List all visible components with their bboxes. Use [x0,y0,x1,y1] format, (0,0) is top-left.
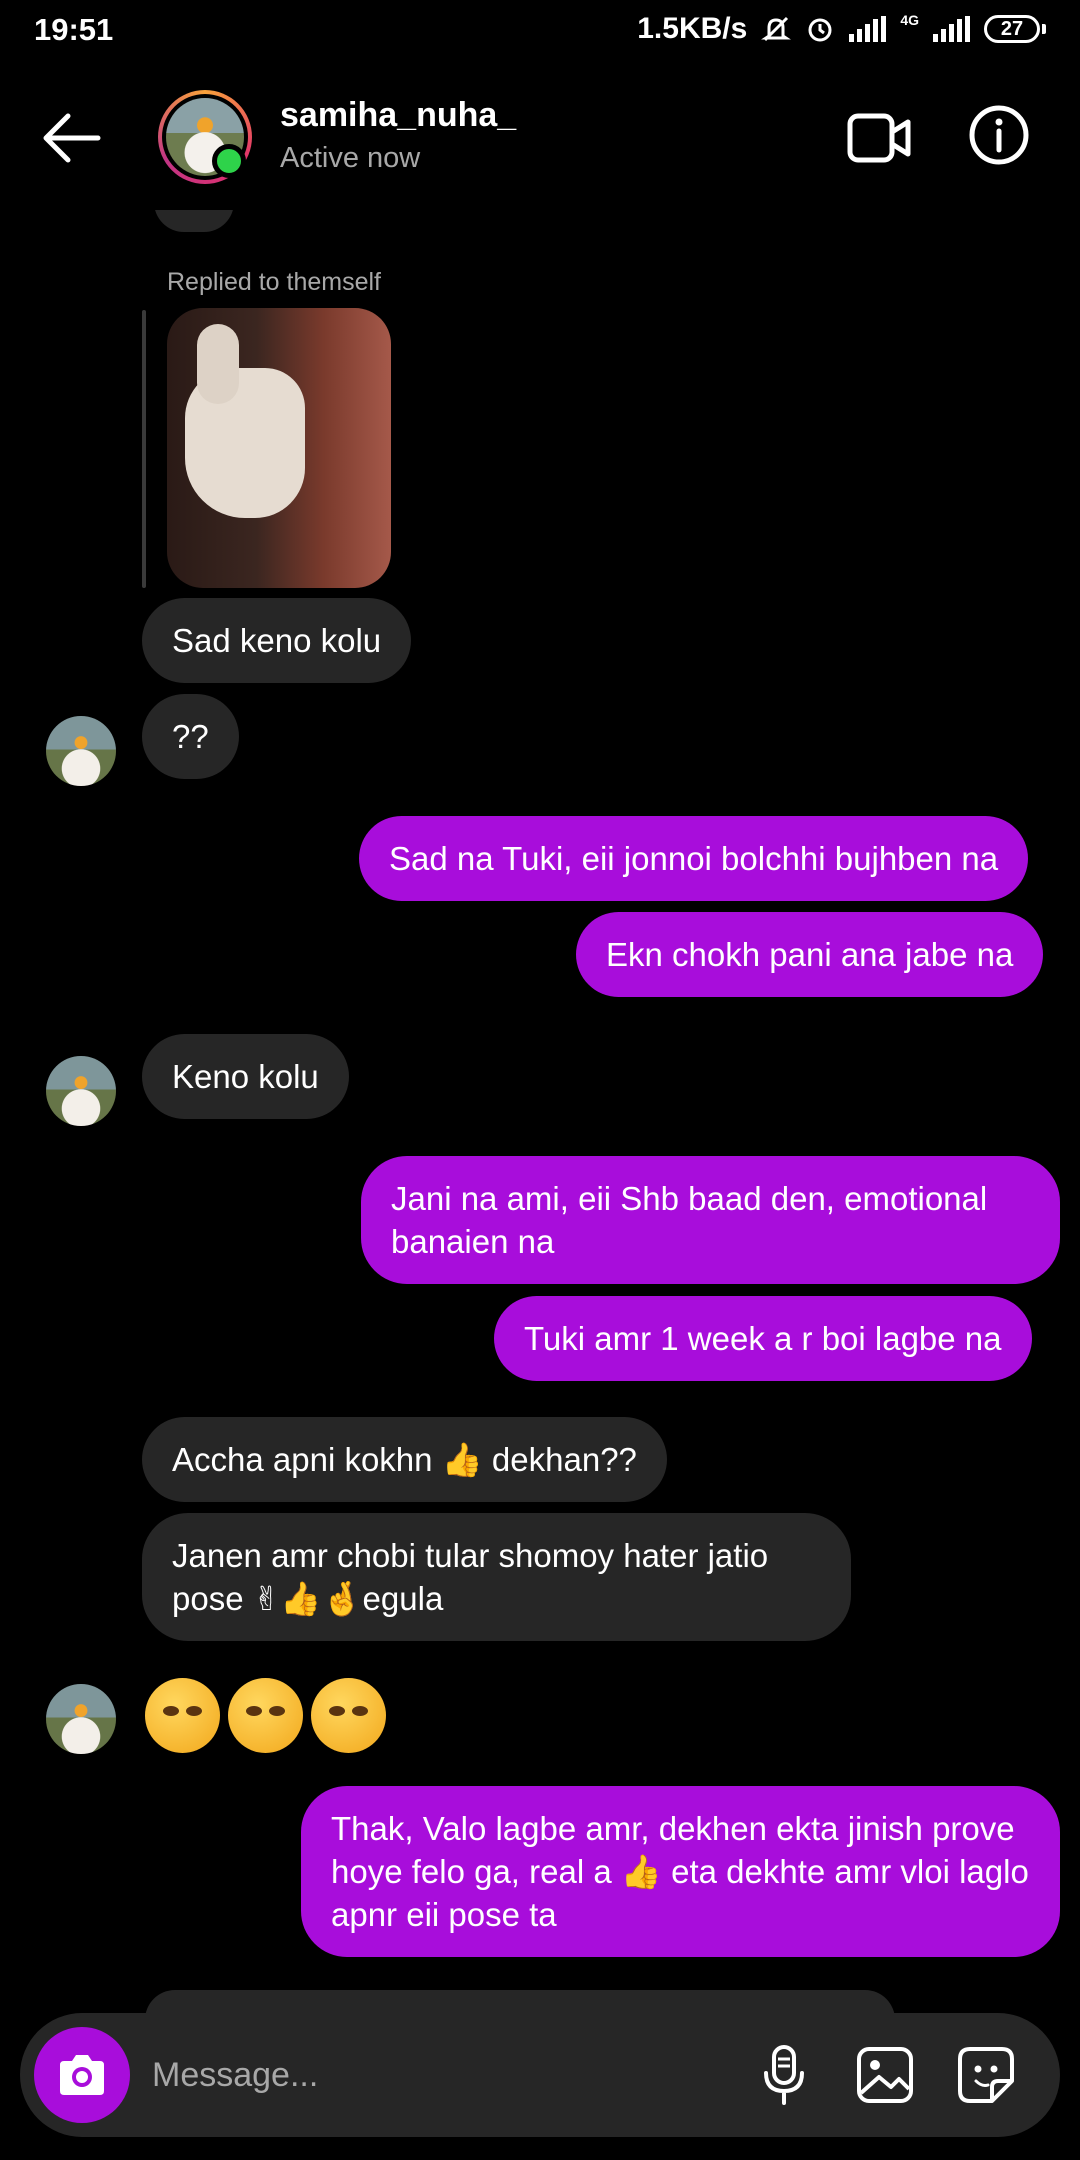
sender-avatar[interactable] [46,716,116,786]
message-thread[interactable]: Replied to themself Sad keno kolu ?? Sad… [0,0,1080,2160]
info-icon[interactable] [968,104,1030,166]
message-bubble-outgoing[interactable]: Jani na ami, eii Shb baad den, emotional… [361,1156,1060,1284]
photo-thumb [197,324,239,404]
message-bubble-outgoing[interactable]: Thak, Valo lagbe amr, dekhen ekta jinish… [301,1786,1060,1957]
sticker-icon[interactable] [954,2043,1018,2107]
reply-label: Replied to themself [167,268,382,296]
video-call-icon[interactable] [846,110,912,166]
gallery-icon[interactable] [853,2043,917,2107]
camera-icon [60,2055,104,2095]
message-bubble-incoming[interactable]: Accha apni kokhn 👍 dekhan?? [142,1417,667,1502]
woozy-face-icon [228,1678,303,1753]
message-bubble-incoming[interactable]: ?? [142,694,239,779]
back-arrow-icon[interactable] [38,110,102,166]
online-indicator [212,144,246,178]
camera-button[interactable] [34,2027,130,2123]
message-bubble-incoming[interactable]: Janen amr chobi tular shomoy hater jatio… [142,1513,851,1641]
message-bubble-incoming[interactable]: Sad keno kolu [142,598,412,683]
chat-header: samiha_nuha_ Active now [0,60,1080,210]
message-input[interactable] [152,2043,712,2107]
reply-indicator-bar [142,310,146,588]
emoji-message[interactable] [145,1678,386,1753]
message-bubble-outgoing[interactable]: Ekn chokh pani ana jabe na [576,912,1044,997]
woozy-face-icon [145,1678,220,1753]
sender-avatar[interactable] [46,1056,116,1126]
message-bubble-incoming[interactable]: Keno kolu [142,1034,349,1119]
sender-avatar[interactable] [46,1684,116,1754]
contact-username[interactable]: samiha_nuha_ [280,96,516,135]
message-composer [20,2013,1060,2137]
activity-status: Active now [280,142,421,174]
message-bubble-outgoing[interactable]: Sad na Tuki, eii jonnoi bolchhi bujhben … [359,816,1029,901]
woozy-face-icon [311,1678,386,1753]
message-bubble-outgoing[interactable]: Tuki amr 1 week a r boi lagbe na [494,1296,1032,1381]
replied-photo[interactable] [167,308,391,588]
microphone-icon[interactable] [752,2043,816,2107]
